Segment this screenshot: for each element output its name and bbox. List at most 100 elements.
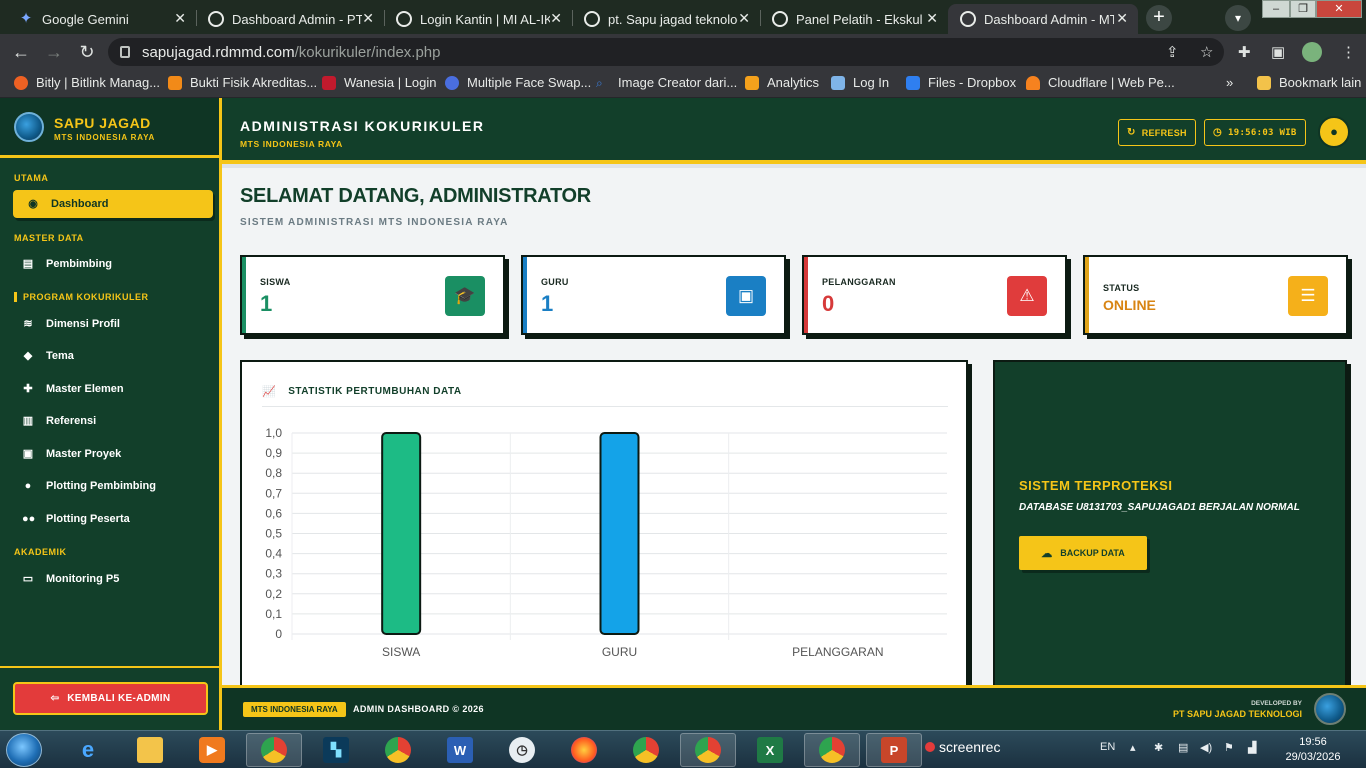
reload-icon[interactable]: ↻: [76, 41, 98, 63]
taskbar-excel[interactable]: X: [742, 733, 798, 767]
tray-expand-icon[interactable]: ▴: [1130, 741, 1136, 754]
y-tick-label: 0,7: [265, 486, 282, 500]
sidebar-item-referensi[interactable]: ▥ Referensi: [22, 415, 96, 427]
bitly-icon: [14, 75, 28, 90]
tab-search-button[interactable]: ▾: [1225, 5, 1251, 31]
x-tick-label: PELANGGARAN: [792, 645, 883, 659]
refresh-button[interactable]: ↻ REFRESH: [1118, 119, 1196, 146]
taskbar-file-explorer[interactable]: [122, 733, 178, 767]
profile-avatar-icon[interactable]: [1302, 42, 1322, 62]
sidebar-item-plotting-pembimbing[interactable]: ● Plotting Pembimbing: [22, 480, 156, 492]
sidebar-item-dimensi-profil[interactable]: ≋ Dimensi Profil: [22, 318, 120, 330]
record-dot-icon: [925, 742, 935, 752]
footer-badge: MTS INDONESIA RAYA: [243, 702, 346, 717]
clock-text: 19:56:03 WIB: [1228, 127, 1297, 138]
close-window-button[interactable]: ✕: [1316, 0, 1362, 18]
url-input[interactable]: sapujagad.rdmmd.com/kokurikuler/index.ph…: [108, 38, 1224, 66]
browser-tab-strip: ✦ Google Gemini ✕ Dashboard Admin - PT. …: [0, 0, 1366, 34]
taskbar-chrome-2[interactable]: [370, 733, 426, 767]
user-settings-avatar[interactable]: ●: [1318, 116, 1350, 148]
developed-by-label: DEVELOPED BY: [1251, 700, 1302, 707]
sidebar-item-plotting-peserta[interactable]: ●● Plotting Peserta: [22, 513, 130, 525]
taskbar-media-player[interactable]: ▶: [184, 733, 240, 767]
tab-login-kantin[interactable]: Login Kantin | MI AL-IK ✕: [384, 4, 572, 34]
sidebar-item-label: Dashboard: [51, 198, 109, 210]
wanesia-icon: [322, 75, 336, 90]
new-tab-button[interactable]: +: [1146, 5, 1172, 31]
taskbar-powerpoint[interactable]: P: [866, 733, 922, 767]
app-root: SAPU JAGAD MTS INDONESIA RAYA UTAMA ◉ Da…: [0, 98, 1366, 730]
close-icon[interactable]: ✕: [926, 10, 938, 27]
bookmark-star-icon[interactable]: ☆: [1200, 43, 1213, 61]
forward-arrow-icon[interactable]: →: [43, 41, 65, 63]
bookmark-analytics[interactable]: Analytics: [745, 75, 819, 90]
taskbar-chrome-3[interactable]: [618, 733, 674, 767]
tab-panel-pelatih[interactable]: Panel Pelatih - Ekskul ✕: [760, 4, 948, 34]
sidebar-item-label: Tema: [46, 350, 74, 362]
bookmark-dropbox[interactable]: Files - Dropbox: [906, 75, 1016, 90]
sidebar-item-master-elemen[interactable]: ✚ Master Elemen: [22, 383, 123, 395]
x-tick-label: GURU: [602, 645, 637, 659]
bookmarks-overflow-button[interactable]: »: [1226, 75, 1233, 90]
taskbar-word[interactable]: W: [432, 733, 488, 767]
bookmark-bitly[interactable]: Bitly | Bitlink Manag...: [14, 75, 160, 90]
sidebar-item-monitoring-p5[interactable]: ▭ Monitoring P5: [22, 573, 120, 585]
side-panel-icon[interactable]: ▣: [1271, 43, 1285, 61]
search-icon: ⌕: [596, 75, 603, 90]
taskbar-chrome-4[interactable]: [680, 733, 736, 767]
globe-icon: [772, 11, 788, 27]
tab-sapu-jagad[interactable]: pt. Sapu jagad teknolog ✕: [572, 4, 760, 34]
tab-google-gemini[interactable]: ✦ Google Gemini ✕: [6, 4, 196, 34]
bookmark-image-creator[interactable]: ⌕ Image Creator dari...: [596, 75, 737, 90]
close-icon[interactable]: ✕: [738, 10, 750, 27]
dashboard-gauge-icon: ◉: [28, 198, 38, 210]
share-icon[interactable]: ⇪: [1166, 43, 1179, 61]
card-accent: [1085, 257, 1089, 333]
puzzle-icon: ✚: [23, 383, 33, 395]
start-button[interactable]: [6, 733, 42, 767]
action-center-icon[interactable]: ⚑: [1224, 741, 1234, 754]
face-swap-icon: [445, 75, 459, 90]
taskbar-screenrec[interactable]: screenrec: [925, 739, 1000, 755]
back-arrow-icon[interactable]: ←: [10, 41, 32, 63]
extensions-icon[interactable]: ✚: [1238, 43, 1251, 61]
close-icon[interactable]: ✕: [362, 10, 374, 27]
url-path: /kokurikuler/index.php: [294, 43, 441, 61]
close-icon[interactable]: ✕: [174, 10, 186, 27]
y-tick-label: 0,5: [265, 527, 282, 541]
taskbar-clock-app[interactable]: ◷: [494, 733, 550, 767]
sidebar-item-pembimbing[interactable]: ▤ Pembimbing: [22, 258, 112, 270]
taskbar-chrome-5[interactable]: [804, 733, 860, 767]
sidebar-item-dashboard[interactable]: ◉ Dashboard: [13, 190, 213, 218]
volume-icon[interactable]: ◀): [1200, 741, 1212, 754]
signal-icon[interactable]: ▟: [1248, 741, 1256, 754]
backup-data-button[interactable]: ☁ BACKUP DATA: [1019, 536, 1147, 570]
bluetooth-icon[interactable]: ✱: [1154, 741, 1163, 754]
taskbar-firefox[interactable]: [556, 733, 612, 767]
bookmark-cloudflare[interactable]: Cloudflare | Web Pe...: [1026, 75, 1175, 90]
minimize-button[interactable]: –: [1262, 0, 1290, 18]
close-icon[interactable]: ✕: [1116, 10, 1128, 27]
welcome-subheading: SISTEM ADMINISTRASI MTS INDONESIA RAYA: [240, 217, 509, 228]
sidebar-item-master-proyek[interactable]: ▣ Master Proyek: [22, 448, 121, 460]
bookmark-face-swap[interactable]: Multiple Face Swap...: [445, 75, 591, 90]
bookmark-folder-other[interactable]: Bookmark lain: [1257, 75, 1361, 90]
sidebar-item-tema[interactable]: ◆ Tema: [22, 350, 74, 362]
taskbar-video-editor[interactable]: ▚: [308, 733, 364, 767]
network-icon[interactable]: ▤: [1178, 741, 1188, 754]
taskbar-chrome-1[interactable]: [246, 733, 302, 767]
close-icon[interactable]: ✕: [550, 10, 562, 27]
system-clock[interactable]: 19:56 29/03/2026: [1282, 735, 1344, 765]
language-indicator[interactable]: EN: [1100, 741, 1115, 753]
bookmark-bukti-fisik[interactable]: Bukti Fisik Akreditas...: [168, 75, 317, 90]
stat-card-pelanggaran: PELANGGARAN 0 ⚠: [802, 255, 1067, 335]
tab-dashboard-admin-pt[interactable]: Dashboard Admin - PT. ✕: [196, 4, 384, 34]
menu-kebab-icon[interactable]: ⋮: [1341, 43, 1356, 61]
tab-dashboard-admin-mts[interactable]: Dashboard Admin - MT ✕: [948, 4, 1138, 34]
maximize-button[interactable]: ❐: [1290, 0, 1316, 18]
bookmark-wanesia[interactable]: Wanesia | Login: [322, 75, 437, 90]
back-to-admin-button[interactable]: ⇦ KEMBALI KE-ADMIN: [13, 682, 208, 715]
card-label: GURU: [541, 277, 569, 287]
taskbar-internet-explorer[interactable]: e: [60, 733, 116, 767]
bookmark-log-in[interactable]: Log In: [831, 75, 889, 90]
